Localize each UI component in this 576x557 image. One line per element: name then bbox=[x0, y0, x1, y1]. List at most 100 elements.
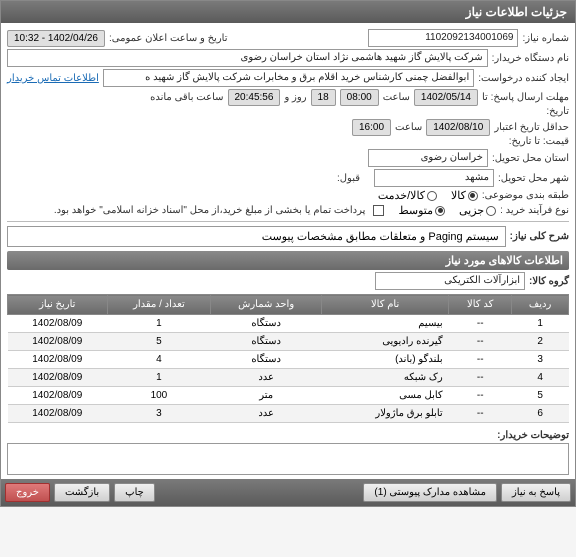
announce-date: 1402/04/26 - 10:32 bbox=[7, 30, 105, 47]
cell-date: 1402/08/09 bbox=[8, 333, 108, 351]
cell-date: 1402/08/09 bbox=[8, 405, 108, 423]
valid-label-1: حداقل تاریخ اعتبار bbox=[494, 122, 569, 133]
cell-unit: دستگاه bbox=[211, 351, 322, 369]
hour-label-1: ساعت bbox=[383, 92, 410, 103]
announce-label: تاریخ و ساعت اعلان عمومی: bbox=[109, 33, 228, 44]
cell-row: 1 bbox=[512, 315, 569, 333]
buytype-mid-radio[interactable]: متوسط bbox=[398, 204, 445, 217]
group-field: ابزارآلات الکتریکی bbox=[375, 272, 525, 290]
cell-unit: متر bbox=[211, 387, 322, 405]
cell-row: 3 bbox=[512, 351, 569, 369]
cell-row: 6 bbox=[512, 405, 569, 423]
cell-qty: 100 bbox=[107, 387, 211, 405]
cell-code: -- bbox=[449, 333, 512, 351]
cell-qty: 5 bbox=[107, 333, 211, 351]
buyer-label: نام دستگاه خریدار: bbox=[492, 53, 569, 64]
radio-off-icon bbox=[486, 206, 496, 216]
cell-row: 4 bbox=[512, 369, 569, 387]
table-row[interactable]: 2--گیرنده رادیوییدستگاه51402/08/09 bbox=[8, 333, 569, 351]
valid-label-2: قیمت: تا تاریخ: bbox=[509, 136, 569, 147]
deadline-label-2: تاریخ: bbox=[546, 106, 569, 117]
cell-unit: عدد bbox=[211, 405, 322, 423]
cell-row: 2 bbox=[512, 333, 569, 351]
countdown: 20:45:56 bbox=[228, 89, 281, 106]
items-section-header: اطلاعات کالاهای مورد نیاز bbox=[7, 251, 569, 270]
province-label: استان محل تحویل: bbox=[492, 153, 569, 164]
notes-label: توضیحات خریدار: bbox=[497, 430, 569, 441]
desc-label: شرح کلی نیاز: bbox=[510, 231, 569, 242]
cell-code: -- bbox=[449, 369, 512, 387]
classify-service-radio[interactable]: کالا/خدمت bbox=[378, 189, 437, 202]
content-area: شماره نیاز: 1102092134001069 تاریخ و ساع… bbox=[1, 23, 575, 479]
creator-label: ایجاد کننده درخواست: bbox=[478, 73, 569, 84]
cell-unit: عدد bbox=[211, 369, 322, 387]
cell-name: بیسیم bbox=[322, 315, 449, 333]
exit-button[interactable]: خروج bbox=[5, 483, 50, 502]
print-button[interactable]: چاپ bbox=[114, 483, 155, 502]
radio-off-icon bbox=[427, 191, 437, 201]
deadline-label-1: مهلت ارسال پاسخ: تا bbox=[482, 92, 569, 103]
buyer-field: شرکت پالایش گاز شهید هاشمی نژاد استان خر… bbox=[7, 49, 488, 67]
deadline-hour: 08:00 bbox=[340, 89, 379, 106]
notes-box bbox=[7, 443, 569, 475]
table-header-row: ردیف کد کالا نام کالا واحد شمارش تعداد /… bbox=[8, 295, 569, 315]
cell-date: 1402/08/09 bbox=[8, 351, 108, 369]
cell-row: 5 bbox=[512, 387, 569, 405]
window-title: جزئیات اطلاعات نیاز bbox=[466, 5, 567, 19]
valid-date: 1402/08/10 bbox=[426, 119, 490, 136]
deadline-date: 1402/05/14 bbox=[414, 89, 478, 106]
radio-on-icon bbox=[435, 206, 445, 216]
col-date: تاریخ نیاز bbox=[8, 295, 108, 315]
creator-field: ابوالفضل چمنی کارشناس خرید اقلام برق و م… bbox=[103, 69, 474, 87]
cell-qty: 4 bbox=[107, 351, 211, 369]
table-row[interactable]: 1--بیسیمدستگاه11402/08/09 bbox=[8, 315, 569, 333]
cell-name: تابلو برق ماژولار bbox=[322, 405, 449, 423]
group-label: گروه کالا: bbox=[529, 276, 569, 287]
cell-unit: دستگاه bbox=[211, 333, 322, 351]
cell-name: گیرنده رادیویی bbox=[322, 333, 449, 351]
reply-button[interactable]: پاسخ به نیاز bbox=[501, 483, 571, 502]
items-table: ردیف کد کالا نام کالا واحد شمارش تعداد /… bbox=[7, 294, 569, 423]
col-qty: تعداد / مقدار bbox=[107, 295, 211, 315]
window: جزئیات اطلاعات نیاز شماره نیاز: 11020921… bbox=[0, 0, 576, 507]
city-label: شهر محل تحویل: bbox=[498, 173, 569, 184]
valid-hour: 16:00 bbox=[352, 119, 391, 136]
cell-date: 1402/08/09 bbox=[8, 315, 108, 333]
title-bar: جزئیات اطلاعات نیاز bbox=[1, 1, 575, 23]
req-no-label: شماره نیاز: bbox=[522, 33, 569, 44]
attachments-button[interactable]: مشاهده مدارک پیوستی (1) bbox=[363, 483, 497, 502]
cell-code: -- bbox=[449, 351, 512, 369]
cell-qty: 1 bbox=[107, 369, 211, 387]
remain-label: ساعت باقی مانده bbox=[150, 92, 223, 103]
classify-service-label: کالا/خدمت bbox=[378, 189, 425, 202]
req-no-field: 1102092134001069 bbox=[368, 29, 518, 47]
cell-name: رک شبکه bbox=[322, 369, 449, 387]
table-row[interactable]: 5--کابل مسیمتر1001402/08/09 bbox=[8, 387, 569, 405]
cell-code: -- bbox=[449, 387, 512, 405]
col-code: کد کالا bbox=[449, 295, 512, 315]
radio-on-icon bbox=[468, 191, 478, 201]
days-remain: 18 bbox=[311, 89, 336, 106]
table-row[interactable]: 3--بلندگو (باند)دستگاه41402/08/09 bbox=[8, 351, 569, 369]
classify-goods-radio[interactable]: کالا bbox=[451, 189, 478, 202]
col-unit: واحد شمارش bbox=[211, 295, 322, 315]
buytype-mid-label: متوسط bbox=[398, 204, 433, 217]
table-row[interactable]: 6--تابلو برق ماژولارعدد31402/08/09 bbox=[8, 405, 569, 423]
table-row[interactable]: 4--رک شبکهعدد11402/08/09 bbox=[8, 369, 569, 387]
bill-label: قبول: bbox=[337, 173, 360, 184]
cell-qty: 3 bbox=[107, 405, 211, 423]
desc-field: سیستم Paging و متعلقات مطابق مشخصات پیوس… bbox=[7, 226, 506, 247]
contact-link[interactable]: اطلاعات تماس خریدار bbox=[7, 73, 99, 84]
cell-date: 1402/08/09 bbox=[8, 387, 108, 405]
classify-goods-label: کالا bbox=[451, 189, 466, 202]
col-name: نام کالا bbox=[322, 295, 449, 315]
buytype-small-label: جزیی bbox=[459, 204, 484, 217]
pay-checkbox[interactable] bbox=[373, 205, 384, 216]
hour-label-2: ساعت bbox=[395, 122, 422, 133]
back-button[interactable]: بازگشت bbox=[54, 483, 110, 502]
buytype-small-radio[interactable]: جزیی bbox=[459, 204, 496, 217]
footer-bar: پاسخ به نیاز مشاهده مدارک پیوستی (1) چاپ… bbox=[1, 479, 575, 506]
cell-code: -- bbox=[449, 405, 512, 423]
province-field: خراسان رضوی bbox=[368, 149, 488, 167]
col-row: ردیف bbox=[512, 295, 569, 315]
